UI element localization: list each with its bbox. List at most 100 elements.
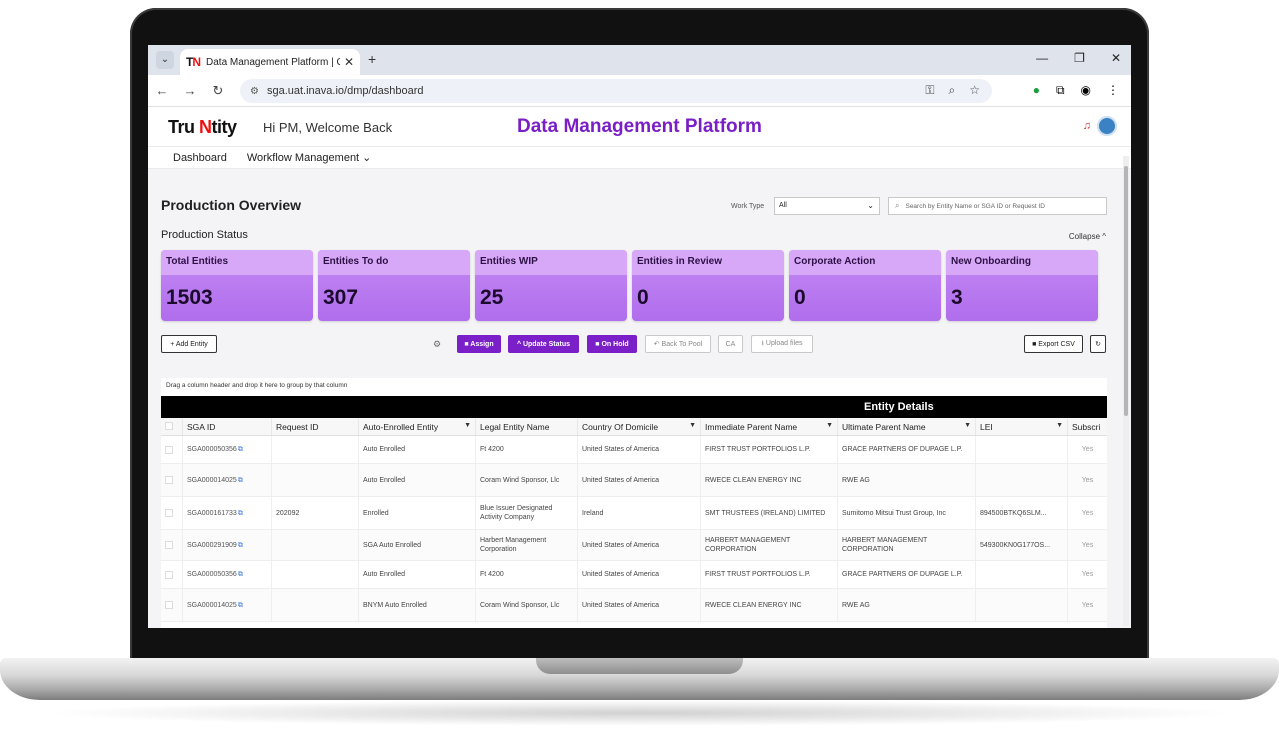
ca-button[interactable]: CA <box>718 335 743 353</box>
select-all-checkbox[interactable] <box>161 418 183 435</box>
sga-id-cell[interactable]: SGA000050356 ⧉ <box>183 436 272 463</box>
column-header-auto-enrolled[interactable]: Auto-Enrolled Entity ▼ <box>359 418 476 435</box>
sga-id-cell[interactable]: SGA000014025 ⧉ <box>183 464 272 496</box>
browser-tab[interactable]: TN Data Management Platform | C ✕ <box>180 49 360 75</box>
sga-id-cell[interactable]: SGA000050356 ⧉ <box>183 561 272 588</box>
sga-id-cell[interactable]: SGA000161733 ⧉ <box>183 497 272 529</box>
upload-files-button[interactable]: ⭳ Upload files <box>751 335 813 353</box>
minimize-icon[interactable]: — <box>1036 51 1048 65</box>
scrollbar-thumb[interactable] <box>1124 166 1128 416</box>
table-row[interactable]: SGA000014025 ⧉ BNYM Auto Enrolled Coram W… <box>161 589 1107 622</box>
group-by-dropzone[interactable]: Drag a column header and drop it here to… <box>161 378 1107 396</box>
add-entity-button[interactable]: + Add Entity <box>161 335 217 353</box>
settings-icon[interactable]: ⚙ <box>433 339 441 350</box>
reload-icon[interactable]: ↻ <box>204 83 232 99</box>
refresh-button[interactable]: ↻ <box>1090 335 1106 353</box>
auto-enrolled-cell: Auto Enrolled <box>359 436 476 463</box>
grid-body: SGA000050356 ⧉ Auto Enrolled Ft 4200 Unit… <box>161 436 1107 622</box>
collapse-button[interactable]: Collapse ^ <box>1069 232 1106 241</box>
column-header-country[interactable]: Country Of Domicile ▼ <box>578 418 701 435</box>
row-checkbox[interactable] <box>161 530 183 560</box>
country-cell: United States of America <box>578 561 701 588</box>
update-status-button[interactable]: ^ Update Status <box>508 335 579 353</box>
row-checkbox[interactable] <box>161 497 183 529</box>
table-row[interactable]: SGA000014025 ⧉ Auto Enrolled Coram Wind S… <box>161 464 1107 497</box>
row-checkbox[interactable] <box>161 561 183 588</box>
external-link-icon[interactable]: ⧉ <box>238 541 243 550</box>
key-icon[interactable]: ⚿ <box>925 83 934 98</box>
card-value: 0 <box>637 286 649 309</box>
legal-entity-cell: Coram Wind Sponsor, Llc <box>476 464 578 496</box>
card-label: New Onboarding <box>946 250 1098 275</box>
forward-icon[interactable]: → <box>176 83 204 98</box>
filter-icon[interactable]: ▼ <box>689 422 696 429</box>
star-icon[interactable]: ☆ <box>969 83 980 98</box>
work-type-select[interactable]: All ⌄ <box>774 197 880 215</box>
avatar[interactable] <box>1097 116 1117 136</box>
nav-item-dashboard[interactable]: Dashboard <box>173 152 227 164</box>
filter-icon[interactable]: ▼ <box>1056 422 1063 429</box>
card-corporate-action[interactable]: Corporate Action 0 <box>789 250 941 321</box>
sga-id-cell[interactable]: SGA000014025 ⧉ <box>183 589 272 621</box>
row-checkbox[interactable] <box>161 436 183 463</box>
card-entities-to-do[interactable]: Entities To do 307 <box>318 250 470 321</box>
restore-icon[interactable]: ❐ <box>1074 51 1085 65</box>
assign-button[interactable]: ■ Assign <box>457 335 501 353</box>
legal-entity-cell: Ft 4200 <box>476 561 578 588</box>
nav-item-workflow-management[interactable]: Workflow Management ⌄ <box>247 151 372 164</box>
card-new-onboarding[interactable]: New Onboarding 3 <box>946 250 1098 321</box>
external-link-icon[interactable]: ⧉ <box>238 445 243 454</box>
sga-id-cell[interactable]: SGA000291909 ⧉ <box>183 530 272 560</box>
filter-icon[interactable]: ▼ <box>826 422 833 429</box>
column-header-legal-entity-name[interactable]: Legal Entity Name <box>476 418 578 435</box>
close-icon[interactable]: ✕ <box>344 55 354 69</box>
external-link-icon[interactable]: ⧉ <box>238 601 243 610</box>
external-link-icon[interactable]: ⧉ <box>238 509 243 518</box>
search-input[interactable]: ⌕ Search by Entity Name or SGA ID or Req… <box>888 197 1107 215</box>
table-row[interactable]: SGA000050356 ⧉ Auto Enrolled Ft 4200 Unit… <box>161 436 1107 464</box>
column-header-ultimate-parent[interactable]: Ultimate Parent Name ▼ <box>838 418 976 435</box>
filter-icon[interactable]: ▼ <box>964 422 971 429</box>
subscribed-cell: Yes <box>1081 601 1094 609</box>
extensions-icon[interactable]: ⧉ <box>1056 83 1065 98</box>
card-value: 1503 <box>166 286 213 309</box>
column-header-request-id[interactable]: Request ID <box>272 418 359 435</box>
card-total-entities[interactable]: Total Entities 1503 <box>161 250 313 321</box>
column-header-lei[interactable]: LEI ▼ <box>976 418 1068 435</box>
row-checkbox[interactable] <box>161 589 183 621</box>
zoom-icon[interactable]: ⌕ <box>949 83 956 98</box>
address-bar[interactable]: ⚙ sga.uat.inava.io/dmp/dashboard ⚿ ⌕ ☆ <box>240 79 992 103</box>
column-header-subscribed[interactable]: Subscri <box>1068 418 1107 435</box>
new-tab-icon[interactable]: + <box>368 51 376 67</box>
card-entities-wip[interactable]: Entities WIP 25 <box>475 250 627 321</box>
menu-icon[interactable]: ⋮ <box>1107 83 1119 98</box>
window-close-icon[interactable]: ✕ <box>1111 51 1121 65</box>
row-checkbox[interactable] <box>161 464 183 496</box>
grammarly-icon[interactable]: ● <box>1033 83 1040 98</box>
column-header-sga-id[interactable]: SGA ID <box>183 418 272 435</box>
request-id-cell: 202092 <box>272 497 359 529</box>
bell-icon[interactable]: ♫ <box>1083 120 1091 132</box>
export-csv-button[interactable]: ■ Export CSV <box>1024 335 1083 353</box>
external-link-icon[interactable]: ⧉ <box>238 570 243 579</box>
subscribed-cell: Yes <box>1081 476 1094 484</box>
on-hold-button[interactable]: ■ On Hold <box>587 335 637 353</box>
table-row[interactable]: SGA000161733 ⧉ 202092 Enrolled Blue Issue… <box>161 497 1107 530</box>
request-id-cell <box>272 436 359 463</box>
card-entities-in-review[interactable]: Entities in Review 0 <box>632 250 784 321</box>
page-scrollbar[interactable] <box>1123 156 1129 626</box>
omnibox-actions: ⚿ ⌕ ☆ <box>925 83 980 98</box>
column-label: Country Of Domicile <box>582 422 659 432</box>
entity-grid: Entity Details SGA ID Request ID Auto-En… <box>161 396 1107 628</box>
table-row[interactable]: SGA000291909 ⧉ SGA Auto Enrolled Harbert … <box>161 530 1107 561</box>
tab-search-icon[interactable]: ⌄ <box>156 51 174 69</box>
profile-icon[interactable]: ◉ <box>1081 83 1091 98</box>
main-nav: Dashboard Workflow Management ⌄ <box>148 147 1131 169</box>
back-icon[interactable]: ← <box>148 83 176 98</box>
external-link-icon[interactable]: ⧉ <box>238 476 243 485</box>
column-header-immediate-parent[interactable]: Immediate Parent Name ▼ <box>701 418 838 435</box>
back-to-pool-button[interactable]: ↶ Back To Pool <box>645 335 711 353</box>
site-info-icon[interactable]: ⚙ <box>250 86 259 97</box>
filter-icon[interactable]: ▼ <box>464 422 471 429</box>
table-row[interactable]: SGA000050356 ⧉ Auto Enrolled Ft 4200 Unit… <box>161 561 1107 589</box>
